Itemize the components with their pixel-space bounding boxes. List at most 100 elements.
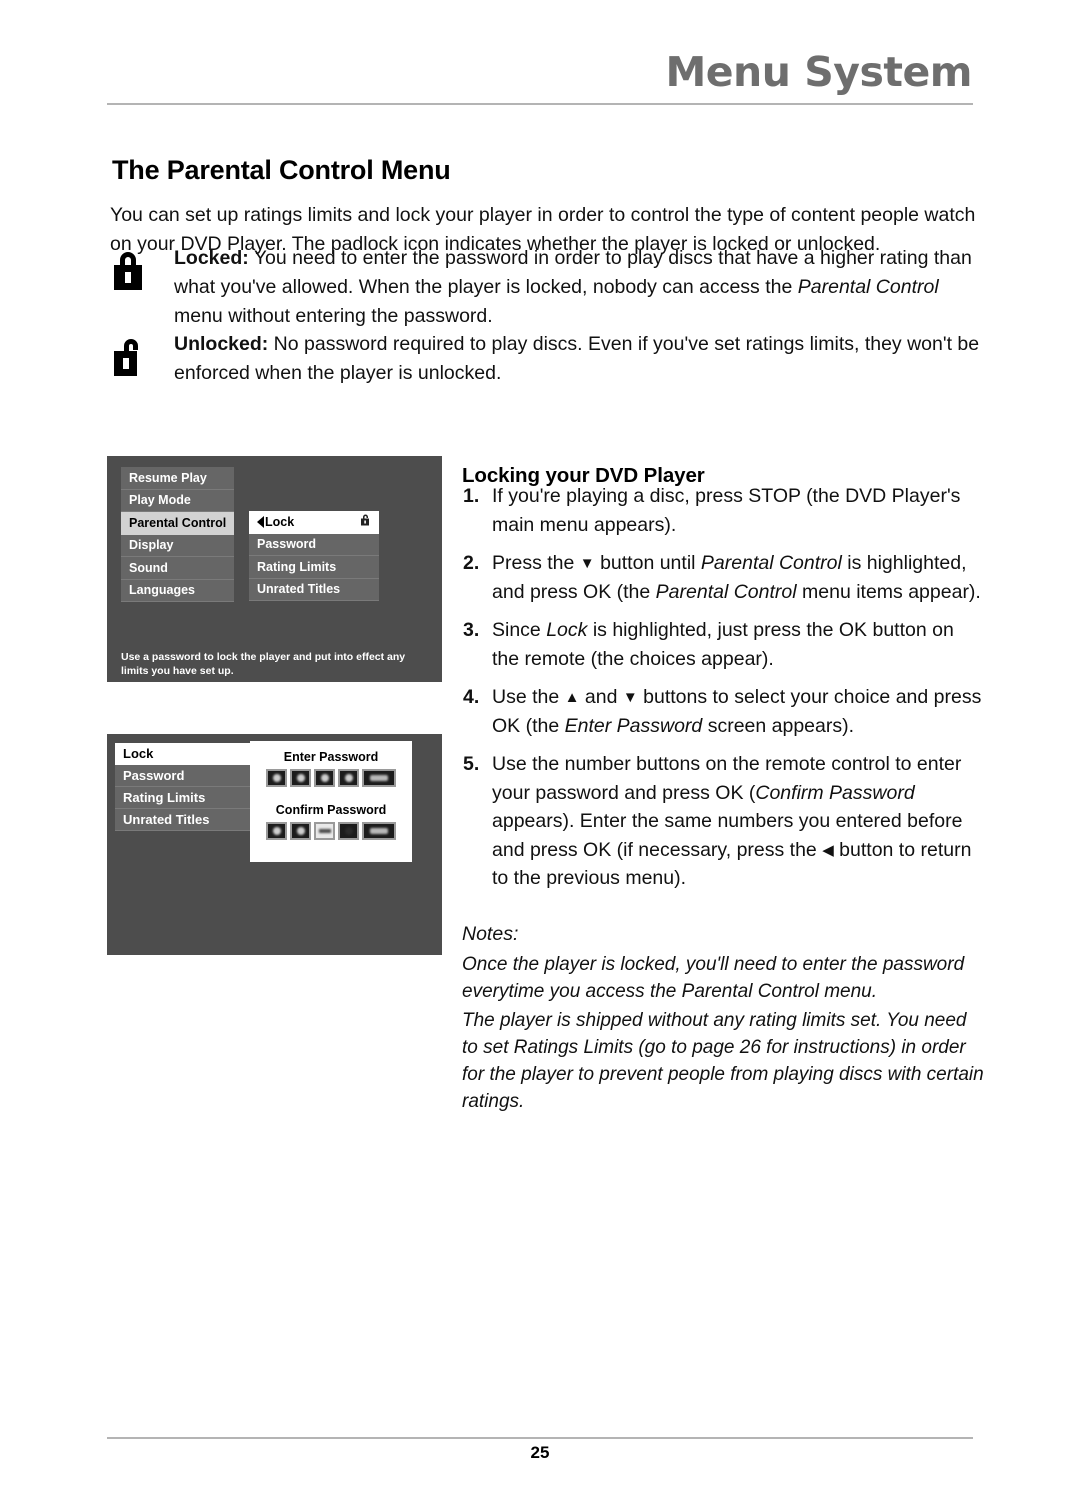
dvd-menu-item[interactable]: Resume Play	[121, 467, 234, 490]
dvd-menu-item-label: Languages	[129, 583, 195, 598]
caret-left-icon	[257, 515, 264, 528]
dvd-screen-1-caption: Use a password to lock the player and pu…	[121, 651, 406, 677]
padlock-closed-icon	[110, 244, 174, 292]
step-item: 4. Use the ▲ and ▼ buttons to select your…	[462, 683, 984, 740]
padlock-small-icon	[360, 513, 371, 530]
dvd-menu-item-label: Lock	[265, 514, 295, 529]
dvd-menu-item[interactable]: Lock	[115, 743, 258, 765]
step-number: 2.	[463, 552, 480, 574]
step-text-run: Use the	[492, 686, 565, 708]
dvd-menu-item-label: Play Mode	[129, 493, 191, 508]
dvd-menu-item[interactable]: Lock	[249, 511, 379, 534]
confirm-password-label: Confirm Password	[275, 803, 387, 817]
dvd-menu-item[interactable]: Password	[115, 765, 258, 787]
step-text: Use the number buttons on the remote con…	[492, 750, 984, 893]
step-item: 3. Since Lock is highlighted, just press …	[462, 616, 984, 673]
step-text: Press the ▼ button until Parental Contro…	[492, 549, 984, 606]
direction-arrow-icon: ▲	[564, 689, 580, 706]
step-emphasis: Parental Control	[655, 580, 797, 603]
dvd-main-menu-list: Resume Play Play Mode Parental Control Disp…	[121, 467, 234, 602]
unlocked-text-1: No password required to play discs. Even…	[174, 333, 980, 384]
password-digit	[338, 822, 359, 840]
header-divider	[107, 103, 973, 105]
step-text-run: button until	[594, 552, 701, 574]
step-emphasis: Parental Control	[700, 552, 842, 574]
page-title: The Parental Control Menu	[112, 155, 451, 186]
password-digit-cursor	[362, 769, 396, 787]
step-text-run: and	[579, 686, 623, 708]
step-text-run: screen appears).	[702, 714, 855, 737]
dvd-menu-item[interactable]: Parental Control	[121, 512, 234, 535]
step-item: 2. Press the ▼ button until Parental Cont…	[462, 549, 984, 606]
manual-page: Menu System The Parental Control Menu Yo…	[0, 0, 1080, 1511]
dvd-menu-item-label: Display	[129, 538, 174, 553]
padlock-open-icon	[110, 330, 174, 378]
dvd-parental-submenu-list: Lock Password Rating Limits Unrated Titles	[249, 511, 379, 601]
direction-arrow-icon: ▼	[622, 689, 638, 706]
dvd-screen-enter-password: Lock Password Rating Limits Unrated Titles …	[107, 734, 442, 955]
dvd-menu-item[interactable]: Rating Limits	[249, 556, 379, 579]
password-digit	[290, 822, 311, 840]
step-text: If you're playing a disc, press STOP (th…	[492, 482, 984, 539]
direction-arrow-icon: ▼	[579, 555, 595, 572]
step-text: Since Lock is highlighted, just press th…	[492, 616, 984, 673]
direction-arrow-icon: ◀	[822, 841, 834, 859]
step-text-run: If you're playing a disc, press STOP (th…	[492, 485, 961, 536]
dvd-menu-item[interactable]: Rating Limits	[115, 787, 258, 809]
locked-label: Locked:	[174, 247, 249, 269]
note-item: Once the player is locked, you'll need t…	[462, 954, 965, 1002]
step-text-run: Press the	[492, 552, 580, 574]
password-digit	[314, 822, 335, 840]
dvd-menu-item[interactable]: Languages	[121, 579, 234, 602]
dvd-menu-item-label: Rating Limits	[257, 559, 337, 574]
dvd-menu-item[interactable]: Display	[121, 534, 234, 557]
dvd-menu-item-label: Unrated Titles	[257, 582, 341, 597]
locked-note-text: Locked: You need to enter the password i…	[174, 244, 990, 331]
dvd-menu-item-label: Lock	[123, 746, 154, 761]
dvd-menu-item-label: Rating Limits	[123, 790, 206, 805]
page-number: 25	[530, 1443, 550, 1462]
footer-divider	[107, 1437, 973, 1439]
step-number: 1.	[463, 485, 480, 507]
unlocked-label: Unlocked:	[174, 333, 269, 355]
locked-note-block: Locked: You need to enter the password i…	[110, 244, 990, 331]
dvd-menu-item[interactable]: Unrated Titles	[249, 578, 379, 601]
dvd-screen-parental-control: Resume Play Play Mode Parental Control Disp…	[107, 456, 442, 682]
note-item: The player is shipped without any rating…	[462, 1010, 984, 1112]
dvd-menu-item[interactable]: Play Mode	[121, 489, 234, 512]
step-emphasis: Confirm Password	[755, 781, 915, 804]
step-number: 5.	[463, 753, 480, 775]
dvd-menu-item-label: Sound	[129, 560, 168, 575]
dvd-menu-item[interactable]: Unrated Titles	[115, 809, 258, 831]
confirm-password-digits	[250, 822, 412, 840]
page-header-title: Menu System	[665, 48, 972, 96]
password-digit	[338, 769, 359, 787]
locked-text-2: menu without entering the password.	[174, 305, 493, 327]
dvd-menu-item-label: Resume Play	[129, 470, 207, 485]
password-digit	[266, 822, 287, 840]
step-emphasis: Lock	[546, 619, 588, 641]
locking-steps-list: 1. If you're playing a disc, press STOP (…	[462, 482, 984, 903]
notes-label: Notes:	[462, 923, 519, 945]
step-item: 5. Use the number buttons on the remote c…	[462, 750, 984, 893]
locked-italic-1: Parental Control	[797, 276, 939, 298]
dvd-menu-item-label: Password	[123, 768, 185, 783]
step-number: 3.	[463, 619, 480, 641]
step-text-run: Since	[492, 619, 547, 641]
password-digit-cursor	[362, 822, 396, 840]
dvd-menu-item[interactable]: Password	[249, 533, 379, 556]
step-text-run: menu items appear).	[796, 580, 981, 603]
step-emphasis: Enter Password	[564, 714, 703, 737]
password-entry-box: Enter Password Confirm Password	[250, 741, 412, 862]
dvd-menu-item-label: Unrated Titles	[123, 812, 210, 827]
password-digit	[266, 769, 287, 787]
dvd-menu-item[interactable]: Sound	[121, 557, 234, 580]
password-digit	[314, 769, 335, 787]
password-digit	[290, 769, 311, 787]
unlocked-note-block: Unlocked: No password required to play d…	[110, 330, 990, 388]
step-number: 4.	[463, 686, 480, 708]
step-text: Use the ▲ and ▼ buttons to select your c…	[492, 683, 984, 740]
enter-password-digits	[250, 769, 412, 787]
step-item: 1. If you're playing a disc, press STOP (…	[462, 482, 984, 539]
dvd-menu-item-label: Password	[257, 537, 317, 552]
